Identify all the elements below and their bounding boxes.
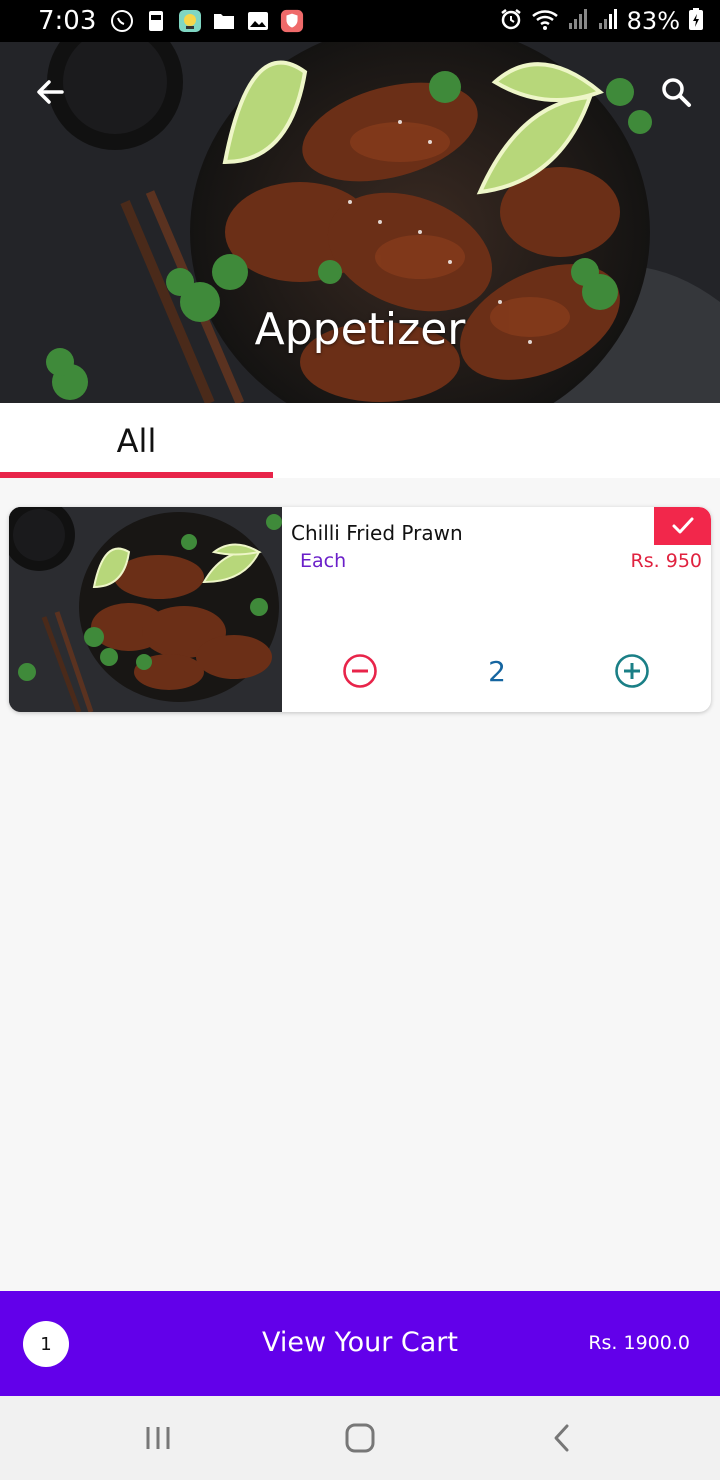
tab-all[interactable]: All (0, 403, 273, 478)
increase-quantity-button[interactable] (614, 653, 650, 689)
gallery-icon (246, 9, 270, 33)
cart-count-badge: 1 (23, 1321, 69, 1367)
system-nav-bar (0, 1396, 720, 1480)
signal-icon (597, 7, 619, 36)
battery-icon (688, 7, 704, 36)
shield-app-icon (280, 9, 304, 33)
check-icon (672, 517, 693, 534)
plus-circle-icon (615, 654, 649, 688)
status-time: 7:03 (38, 6, 97, 36)
item-name: Chilli Fried Prawn (291, 521, 463, 545)
search-icon (662, 78, 691, 107)
category-tabs: All (0, 403, 720, 478)
status-icons-right: 83% (499, 7, 704, 36)
folder-icon (212, 9, 236, 33)
item-unit: Each (300, 550, 347, 572)
decrease-quantity-button[interactable] (342, 653, 378, 689)
recent-apps-button[interactable] (138, 1418, 178, 1458)
selected-badge (654, 507, 711, 545)
quantity-value: 2 (488, 655, 506, 688)
sim-icon (144, 9, 168, 33)
wifi-icon (531, 7, 559, 36)
tab-indicator (0, 472, 273, 478)
page-title: Appetizer (254, 304, 466, 355)
nav-back-button[interactable] (542, 1418, 582, 1458)
alarm-icon (499, 7, 523, 36)
menu-item-card[interactable]: Chilli Fried Prawn Each Rs. 950 2 (9, 507, 711, 712)
cart-total: Rs. 1900.0 (588, 1332, 690, 1354)
arrow-back-icon (37, 80, 64, 104)
category-header: Appetizer (0, 42, 720, 403)
item-image (9, 507, 282, 712)
search-button[interactable] (656, 72, 696, 112)
chevron-left-icon (554, 1424, 569, 1452)
status-icons-left (110, 9, 304, 33)
item-price: Rs. 950 (630, 550, 702, 572)
recent-apps-icon (146, 1427, 170, 1449)
view-cart-label: View Your Cart (262, 1327, 458, 1358)
signal-icon (567, 7, 589, 36)
view-cart-button[interactable]: 1 View Your Cart Rs. 1900.0 (0, 1291, 720, 1396)
home-button[interactable] (340, 1418, 380, 1458)
back-button[interactable] (30, 72, 70, 112)
status-bar: 7:03 83% (0, 0, 720, 42)
whatsapp-icon (110, 9, 134, 33)
home-icon (345, 1423, 375, 1453)
minus-circle-icon (343, 654, 377, 688)
battery-percentage: 83% (626, 7, 680, 35)
app-icon (178, 9, 202, 33)
